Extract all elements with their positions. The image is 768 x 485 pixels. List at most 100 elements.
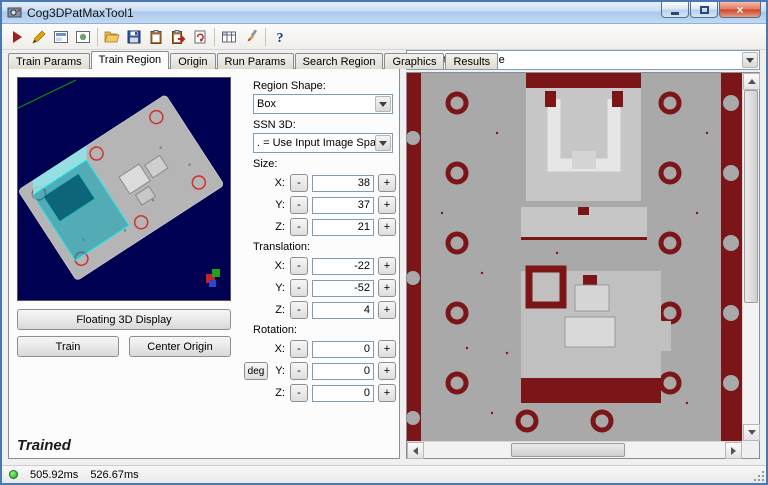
translation-x-decrement-button[interactable]: - [290, 257, 308, 275]
vertical-scroll-thumb[interactable] [744, 90, 758, 304]
rotation-x-input[interactable] [312, 340, 374, 358]
scroll-down-button[interactable] [743, 424, 760, 441]
size-x-decrement-button[interactable]: - [290, 174, 308, 192]
deg-button[interactable]: deg [244, 362, 268, 380]
size-z-row: Z: - + [243, 218, 397, 236]
help-button[interactable]: ? [269, 26, 291, 48]
size-y-input[interactable] [312, 196, 374, 214]
expression-grid-icon [222, 31, 236, 42]
axis-y-label: Y: [275, 199, 285, 211]
close-button[interactable]: × [719, 2, 761, 18]
translation-x-increment-button[interactable]: + [378, 257, 396, 275]
train-region-panel: Floating 3D Display Train Center Origin … [8, 68, 400, 459]
app-window: Cog3DPatMaxTool1 × ? Train Params Train … [0, 0, 768, 485]
size-x-input[interactable] [312, 174, 374, 192]
translation-z-input[interactable] [312, 301, 374, 319]
title-bar[interactable]: Cog3DPatMaxTool1 × [2, 2, 766, 24]
trained-status-label: Trained [17, 437, 71, 454]
tab-run-params[interactable]: Run Params [216, 53, 294, 69]
ssn-3d-dropdown[interactable]: . = Use Input Image Space [253, 133, 393, 153]
input-image-display[interactable] [406, 72, 760, 459]
region-form: Region Shape: Box SSN 3D: . = Use Input … [243, 75, 397, 402]
open-folder-icon [104, 31, 120, 42]
axis-x-label: X: [274, 260, 285, 272]
resize-grip[interactable] [754, 471, 764, 481]
help-icon: ? [277, 31, 284, 45]
size-z-input[interactable] [312, 218, 374, 236]
chevron-down-icon [742, 52, 758, 68]
translation-x-input[interactable] [312, 257, 374, 275]
tab-origin[interactable]: Origin [170, 53, 216, 69]
reset-button[interactable] [189, 26, 211, 48]
floating-3d-display-button[interactable]: Floating 3D Display [17, 309, 231, 330]
save-button[interactable] [123, 26, 145, 48]
toolbar-separator [97, 27, 98, 46]
rotation-z-increment-button[interactable]: + [378, 384, 396, 402]
chevron-down-icon [375, 96, 391, 112]
paint-button[interactable] [240, 26, 262, 48]
open-file-button[interactable] [101, 26, 123, 48]
rotation-y-increment-button[interactable]: + [378, 362, 396, 380]
rotation-x-increment-button[interactable]: + [378, 340, 396, 358]
size-x-row: X: - + [243, 174, 397, 192]
expression-button[interactable] [218, 26, 240, 48]
center-origin-button[interactable]: Center Origin [129, 336, 231, 357]
rotation-y-decrement-button[interactable]: - [290, 362, 308, 380]
tab-train-params[interactable]: Train Params [8, 53, 90, 69]
maximize-button[interactable] [690, 2, 718, 18]
scroll-right-button[interactable] [725, 442, 742, 459]
rotation-z-decrement-button[interactable]: - [290, 384, 308, 402]
electric-run-button[interactable] [28, 26, 50, 48]
run-icon [13, 30, 22, 43]
minimize-button[interactable] [661, 2, 689, 18]
vertical-scrollbar[interactable] [742, 73, 760, 441]
size-y-increment-button[interactable]: + [378, 196, 396, 214]
toolbar: ? [2, 24, 766, 50]
ssn-3d-value: . = Use Input Image Space [257, 137, 388, 149]
size-y-decrement-button[interactable]: - [290, 196, 308, 214]
rotation-x-decrement-button[interactable]: - [290, 340, 308, 358]
size-z-decrement-button[interactable]: - [290, 218, 308, 236]
train-region-3d-view[interactable] [17, 77, 231, 301]
size-z-increment-button[interactable]: + [378, 218, 396, 236]
chevron-down-icon [375, 135, 391, 151]
size-label: Size: [253, 158, 278, 170]
translation-label: Translation: [253, 241, 311, 253]
copy-button[interactable] [145, 26, 167, 48]
tab-results[interactable]: Results [445, 53, 499, 69]
region-shape-dropdown[interactable]: Box [253, 94, 393, 114]
translation-y-increment-button[interactable]: + [378, 279, 396, 297]
train-button[interactable]: Train [17, 336, 119, 357]
run-button[interactable] [6, 26, 28, 48]
result-display-icon [54, 30, 68, 43]
show-result-display-button[interactable] [50, 26, 72, 48]
rotation-x-row: X: - + [243, 340, 397, 358]
tab-search-region[interactable]: Search Region [294, 53, 384, 69]
translation-z-decrement-button[interactable]: - [290, 301, 308, 319]
tab-train-region[interactable]: Train Region [90, 51, 170, 69]
rotation-z-input[interactable] [312, 384, 374, 402]
show-image-display-button[interactable] [72, 26, 94, 48]
axis-x-label: X: [274, 343, 285, 355]
paste-button[interactable] [167, 26, 189, 48]
translation-y-row: Y: - + [243, 279, 397, 297]
horizontal-scrollbar[interactable] [407, 441, 742, 459]
translation-z-increment-button[interactable]: + [378, 301, 396, 319]
image-display-icon [76, 30, 90, 43]
translation-y-decrement-button[interactable]: - [290, 279, 308, 297]
svg-text:?: ? [277, 31, 284, 45]
scroll-left-button[interactable] [407, 442, 424, 459]
rotation-z-row: Z: - + [243, 384, 397, 402]
translation-y-input[interactable] [312, 279, 374, 297]
rotation-y-input[interactable] [312, 362, 374, 380]
close-icon: × [736, 2, 744, 17]
size-y-row: Y: - + [243, 196, 397, 214]
scroll-up-button[interactable] [743, 73, 760, 90]
reset-icon [194, 30, 206, 43]
maximize-icon [699, 5, 709, 14]
size-x-increment-button[interactable]: + [378, 174, 396, 192]
status-ok-indicator [9, 470, 18, 479]
tab-graphics[interactable]: Graphics [384, 53, 445, 69]
horizontal-scroll-thumb[interactable] [510, 443, 625, 457]
window-title: Cog3DPatMaxTool1 [27, 5, 134, 20]
